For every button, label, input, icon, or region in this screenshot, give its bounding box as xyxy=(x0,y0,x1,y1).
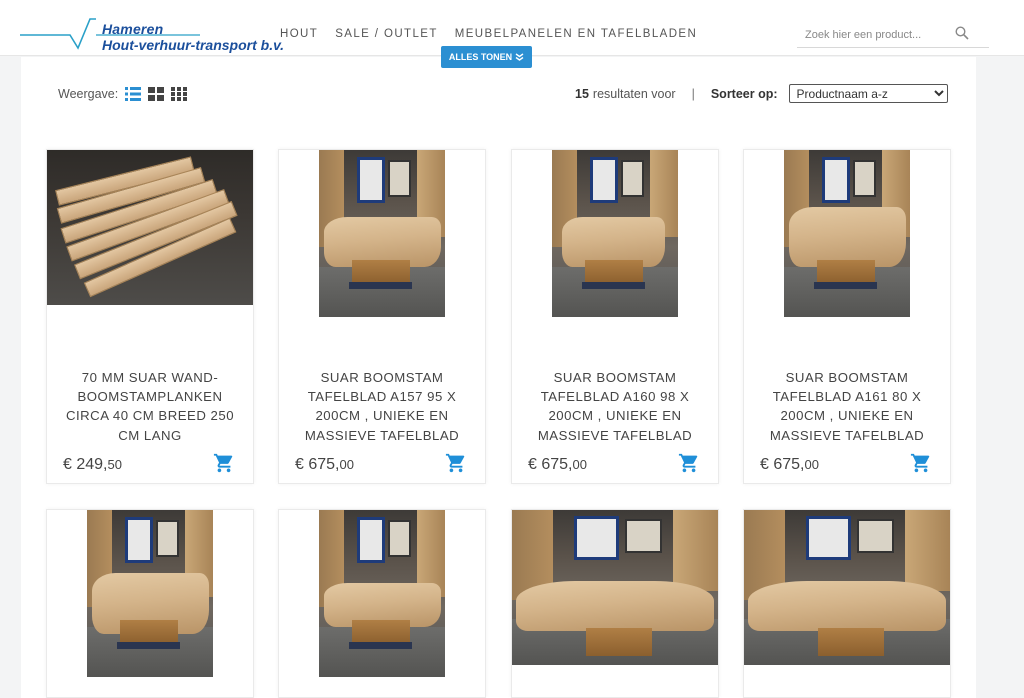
price-cents: 00 xyxy=(804,457,819,472)
price-main: € 675, xyxy=(295,456,340,473)
nav-item-sale-outlet[interactable]: SALE / OUTLET xyxy=(335,28,438,40)
product-card[interactable] xyxy=(511,509,719,698)
add-to-cart-icon[interactable] xyxy=(678,452,700,474)
add-to-cart-icon[interactable] xyxy=(445,452,467,474)
product-image-table[interactable] xyxy=(784,150,910,317)
brand-line-2: Hout-verhuur-transport b.v. xyxy=(102,37,285,53)
add-to-cart-icon[interactable] xyxy=(910,452,932,474)
right-gutter xyxy=(976,57,1024,698)
toolbar-separator: | xyxy=(691,86,695,101)
add-to-cart-icon[interactable] xyxy=(213,452,235,474)
product-price: € 675,00 xyxy=(528,456,587,474)
results-toolbar: 15 resultaten voor | Sorteer op: Product… xyxy=(575,84,948,103)
nav-item-meubelpanelen[interactable]: MEUBELPANELEN EN TAFELBLADEN xyxy=(455,28,697,40)
price-main: € 675, xyxy=(528,456,573,473)
product-image-table[interactable] xyxy=(87,510,213,677)
product-image-planks[interactable] xyxy=(47,150,253,305)
product-title[interactable]: SUAR BOOMSTAM TAFELBLAD A160 98 X 200CM … xyxy=(520,368,710,445)
sort-select[interactable]: Productnaam a-z xyxy=(788,84,948,103)
product-title[interactable]: 70 MM SUAR WAND-BOOMSTAMPLANKEN CIRCA 40… xyxy=(55,368,245,445)
price-main: € 675, xyxy=(760,456,805,473)
result-count: 15 xyxy=(575,86,589,101)
product-card[interactable] xyxy=(743,509,951,698)
brand-logo[interactable]: Hameren Hout-verhuur-transport b.v. xyxy=(20,16,284,54)
product-card[interactable] xyxy=(46,509,254,698)
result-text: resultaten voor xyxy=(592,86,676,101)
main-nav: HOUT SALE / OUTLET MEUBELPANELEN EN TAFE… xyxy=(280,28,697,40)
price-cents: 00 xyxy=(339,457,354,472)
search-bar xyxy=(797,22,989,48)
product-title[interactable]: SUAR BOOMSTAM TAFELBLAD A161 80 X 200CM … xyxy=(752,368,942,445)
product-card[interactable]: 70 MM SUAR WAND-BOOMSTAMPLANKEN CIRCA 40… xyxy=(46,149,254,484)
product-image-table[interactable] xyxy=(319,510,445,677)
price-cents: 50 xyxy=(107,457,122,472)
nav-item-hout[interactable]: HOUT xyxy=(280,28,318,40)
list-view-icon[interactable] xyxy=(125,87,142,101)
product-price: € 675,00 xyxy=(760,456,819,474)
product-title[interactable]: SUAR BOOMSTAM TAFELBLAD A157 95 X 200CM … xyxy=(287,368,477,445)
grid-large-view-icon[interactable] xyxy=(148,87,165,101)
product-image-table[interactable] xyxy=(744,510,950,665)
chevron-double-down-icon xyxy=(515,53,524,61)
show-all-button[interactable]: ALLES TONEN xyxy=(441,46,532,68)
product-image-table[interactable] xyxy=(319,150,445,317)
search-input[interactable] xyxy=(805,27,945,43)
price-cents: 00 xyxy=(572,457,587,472)
view-label: Weergave: xyxy=(58,87,119,101)
product-image-table[interactable] xyxy=(512,510,718,665)
view-switcher: Weergave: xyxy=(58,87,188,101)
search-icon[interactable] xyxy=(955,26,969,40)
product-card[interactable]: SUAR BOOMSTAM TAFELBLAD A161 80 X 200CM … xyxy=(743,149,951,484)
product-price: € 675,00 xyxy=(295,456,354,474)
product-price: € 249,50 xyxy=(63,456,122,474)
product-card[interactable]: SUAR BOOMSTAM TAFELBLAD A160 98 X 200CM … xyxy=(511,149,719,484)
brand-line-1: Hameren xyxy=(102,21,164,37)
product-card[interactable] xyxy=(278,509,486,698)
product-image-table[interactable] xyxy=(552,150,678,317)
price-main: € 249, xyxy=(63,456,108,473)
grid-small-view-icon[interactable] xyxy=(171,87,188,101)
show-all-label: ALLES TONEN xyxy=(448,52,513,62)
product-card[interactable]: SUAR BOOMSTAM TAFELBLAD A157 95 X 200CM … xyxy=(278,149,486,484)
sort-label: Sorteer op: xyxy=(710,86,778,101)
